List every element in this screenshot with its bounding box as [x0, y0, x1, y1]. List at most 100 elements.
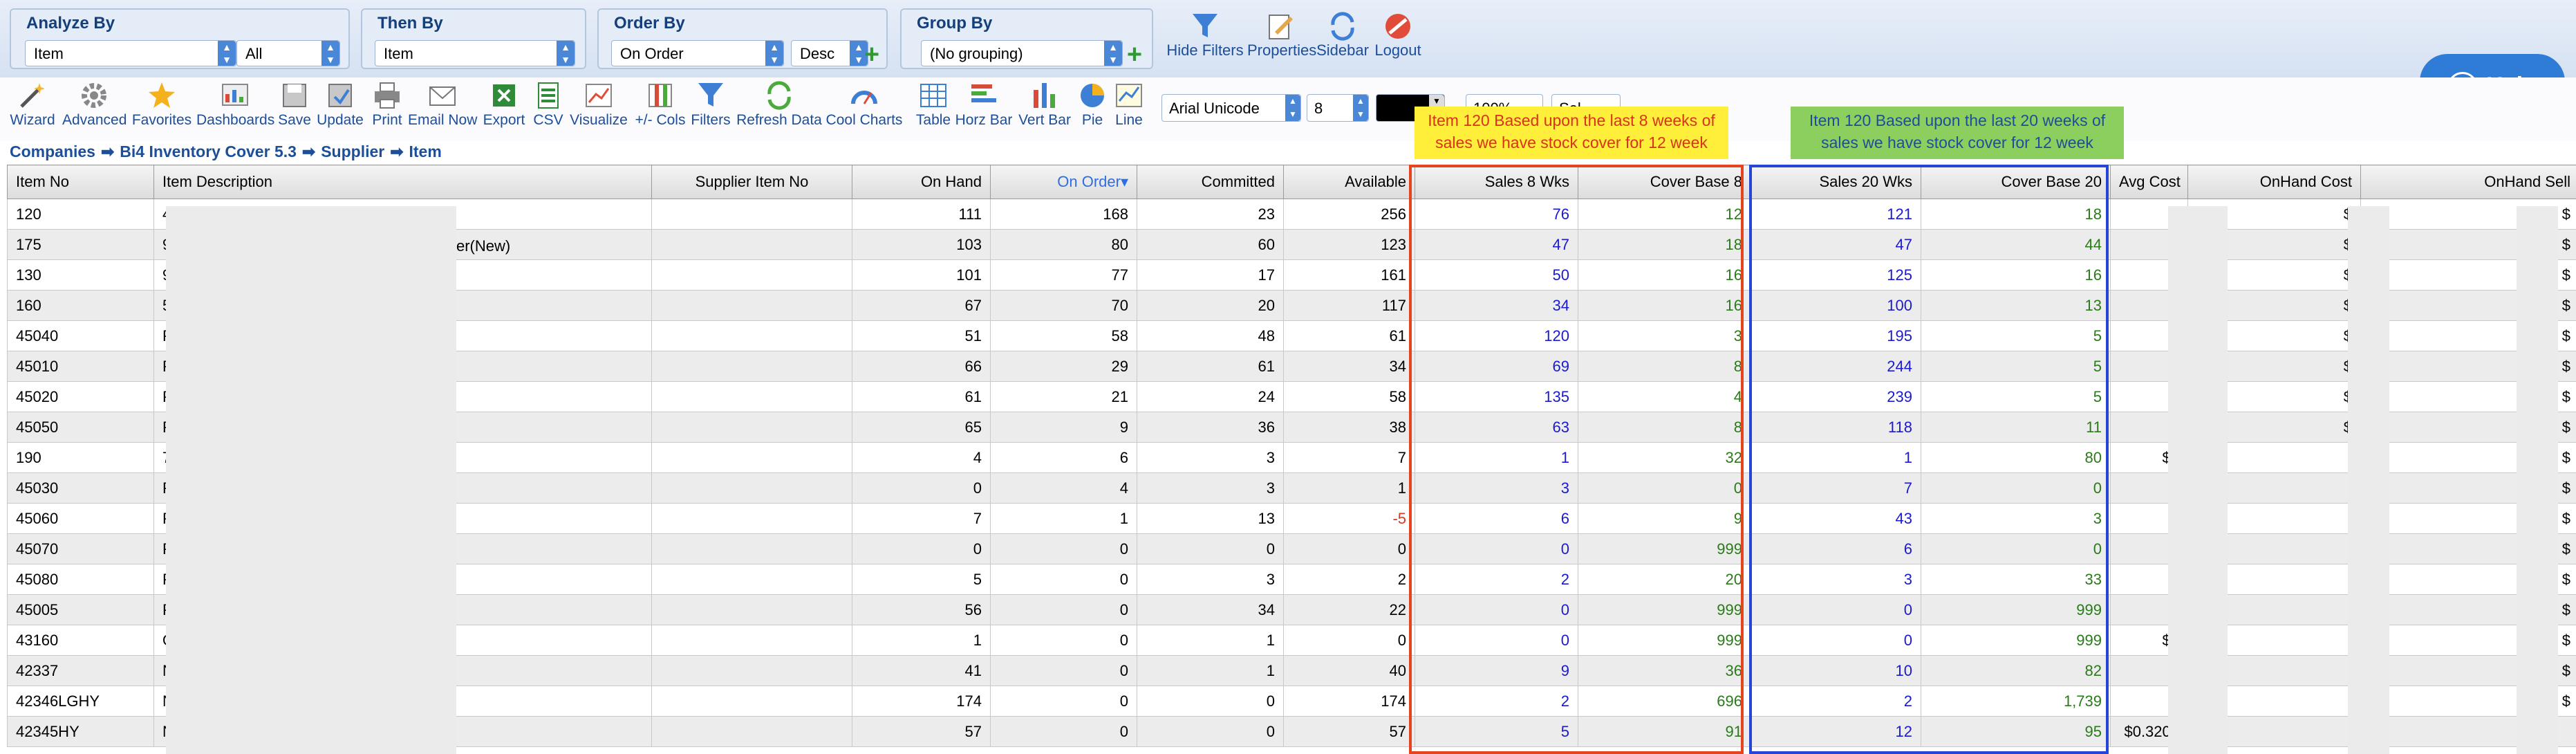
redaction-mask: [2348, 206, 2389, 754]
select-arrow-icon: ▲ ▼: [321, 41, 339, 66]
email-now-button[interactable]: Email Now: [408, 80, 477, 129]
vert-bar-button[interactable]: Vert Bar: [1016, 80, 1073, 129]
table-cell: [651, 320, 852, 351]
group-by-select[interactable]: (No grouping) ▲ ▼: [921, 40, 1123, 66]
select-arrow-icon: ▲ ▼: [218, 41, 236, 66]
table-cell: 4: [990, 472, 1137, 504]
export-label: Export: [483, 112, 525, 128]
print-button[interactable]: Print: [368, 80, 407, 129]
table-cell: 48: [1137, 320, 1284, 351]
breadcrumb-companies[interactable]: Companies: [10, 142, 95, 160]
advanced-button[interactable]: Advanced: [62, 80, 127, 129]
table-cell: 21: [990, 381, 1137, 412]
col-item-description[interactable]: Item Description: [153, 165, 652, 199]
properties-label: Properties: [1247, 42, 1317, 59]
table-cell: 190: [7, 442, 154, 473]
table-button[interactable]: Table: [914, 80, 953, 129]
table-cell: 23: [1137, 199, 1284, 230]
breadcrumb-report[interactable]: Bi4 Inventory Cover 5.3: [120, 142, 297, 160]
table-cell: 4: [852, 442, 991, 473]
col-supplier-item-no[interactable]: Supplier Item No: [651, 165, 852, 199]
table-cell: 0: [1137, 686, 1284, 717]
col-item-no[interactable]: Item No: [7, 165, 154, 199]
table-cell: [651, 655, 852, 686]
arrow-right-icon: ➡: [100, 142, 115, 160]
pie-button[interactable]: Pie: [1076, 80, 1109, 129]
order-by-select[interactable]: On Order ▲ ▼: [611, 40, 784, 66]
properties-icon: [1269, 15, 1293, 39]
sidebar-label: Sidebar: [1316, 42, 1369, 59]
vertical-bar-icon: [1034, 83, 1055, 108]
wizard-button[interactable]: Wizard: [8, 80, 57, 129]
cols-button[interactable]: +/- Cols: [632, 80, 689, 129]
select-arrow-icon: ▲ ▼: [1353, 95, 1368, 121]
visualize-button[interactable]: Visualize: [568, 80, 629, 129]
email-now-label: Email Now: [408, 112, 478, 128]
update-button[interactable]: Update: [315, 80, 365, 129]
add-order-button[interactable]: +: [861, 42, 882, 68]
table-cell: 7: [852, 503, 991, 534]
filters-button[interactable]: Filters: [690, 80, 731, 129]
table-cell: 130: [7, 259, 154, 291]
floppy-icon: [283, 84, 306, 107]
arrow-right-icon: ➡: [301, 142, 316, 160]
table-label: Table: [915, 112, 951, 128]
line-chart-icon: [586, 84, 612, 107]
font-value: Arial Unicode: [1169, 100, 1260, 117]
col-on-hand[interactable]: On Hand: [852, 165, 991, 199]
export-button[interactable]: Export: [480, 80, 528, 129]
table-cell: [651, 442, 852, 473]
table-cell: 0: [1283, 533, 1415, 564]
table-cell: 45030: [7, 472, 154, 504]
analyze-by-select[interactable]: Item ▲ ▼: [25, 40, 236, 66]
order-direction-select[interactable]: Desc ▲ ▼: [791, 40, 868, 66]
breadcrumb-item[interactable]: Item: [409, 142, 442, 160]
col-onhand-cost[interactable]: OnHand Cost: [2187, 165, 2361, 199]
csv-button[interactable]: CSV: [531, 80, 566, 129]
vert-bar-label: Vert Bar: [1018, 112, 1071, 128]
line-button[interactable]: Line: [1112, 80, 1146, 129]
horz-bar-button[interactable]: Horz Bar: [954, 80, 1014, 129]
col-available[interactable]: Available: [1283, 165, 1415, 199]
sidebar-button[interactable]: Sidebar: [1316, 11, 1369, 59]
analyze-by-group: Analyze By Item ▲ ▼ All ▲ ▼: [10, 8, 350, 69]
properties-button[interactable]: Properties: [1247, 11, 1317, 59]
group-by-title: Group By: [917, 14, 993, 33]
col-avg-cost[interactable]: Avg Cost: [2110, 165, 2188, 199]
dashboards-button[interactable]: Dashboards: [196, 80, 274, 129]
refresh-data-button[interactable]: Refresh Data: [736, 80, 823, 129]
font-size-select[interactable]: 8 ▲ ▼: [1307, 94, 1369, 122]
logout-button[interactable]: Logout: [1373, 11, 1423, 59]
hide-filters-button[interactable]: Hide Filters: [1166, 11, 1244, 59]
table-cell: 3: [1137, 472, 1284, 504]
table-cell: 58: [990, 320, 1137, 351]
add-group-button[interactable]: +: [1124, 42, 1145, 68]
line-chart-icon: [1116, 84, 1142, 107]
table-cell: 0: [852, 472, 991, 504]
col-onhand-sell[interactable]: OnHand Sell: [2360, 165, 2576, 199]
printer-icon: [375, 82, 400, 109]
favorites-button[interactable]: Favorites: [130, 80, 194, 129]
description-fragment: er(New): [456, 237, 511, 255]
cool-charts-button[interactable]: Cool Charts: [825, 80, 903, 129]
table-cell: 43160: [7, 625, 154, 656]
table-cell: [651, 625, 852, 656]
col-on-order[interactable]: On Order▾: [990, 165, 1137, 199]
table-cell: 120: [7, 199, 154, 230]
dashboard-icon: [222, 84, 248, 106]
font-select[interactable]: Arial Unicode ▲ ▼: [1161, 94, 1301, 122]
then-by-select[interactable]: Item ▲ ▼: [375, 40, 575, 66]
table-cell: [651, 716, 852, 747]
annotation-8-weeks: Item 120 Based upon the last 8 weeks of …: [1415, 107, 1728, 159]
cool-charts-label: Cool Charts: [825, 112, 903, 128]
then-by-title: Then By: [377, 14, 443, 33]
table-cell: 80: [990, 229, 1137, 260]
table-cell: 1: [1283, 472, 1415, 504]
analyze-by-select-2[interactable]: All ▲ ▼: [236, 40, 340, 66]
save-button[interactable]: Save: [275, 80, 314, 129]
breadcrumb-supplier[interactable]: Supplier: [321, 142, 384, 160]
col-committed[interactable]: Committed: [1137, 165, 1284, 199]
table-cell: 0: [990, 655, 1137, 686]
annotation-20-weeks: Item 120 Based upon the last 20 weeks of…: [1791, 107, 2124, 159]
table-cell: [651, 290, 852, 321]
